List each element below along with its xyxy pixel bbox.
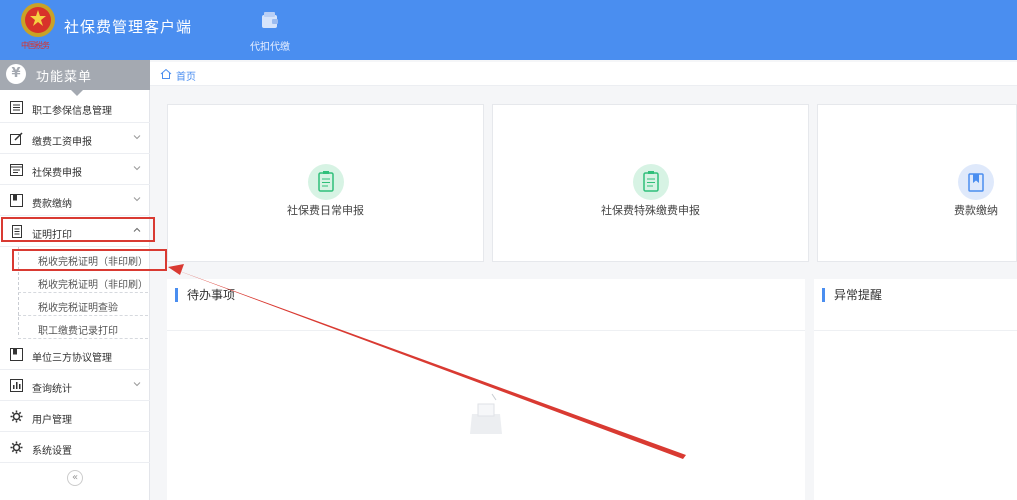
clipboard-icon [633,164,669,200]
breadcrumb: 首页 [150,62,1017,86]
submenu-item-label: 职工缴费记录打印 [38,326,118,337]
app-header: 中国税务 社保费管理客户端 代扣代缴 [0,0,1017,60]
card-daily-declaration[interactable]: 社保费日常申报 [167,104,484,262]
calendar-icon [10,164,23,176]
book-icon [958,164,994,200]
submenu-item-staff-payment-record[interactable]: 职工缴费记录打印 [18,317,148,339]
sidebar-item-label: 缴费工资申报 [32,137,92,148]
highlight-tax-certificate [12,249,167,271]
submenu-item-label: 税收完税证明（非印刷） [38,280,148,291]
sidebar-item-wage-declaration[interactable]: 缴费工资申报 [0,124,150,154]
sidebar-item-label: 费款缴纳 [32,199,72,210]
sidebar-item-label: 社保费申报 [32,168,82,179]
sidebar-title: 功能菜单 [36,70,93,85]
chevron-down-icon [133,166,141,171]
todo-panel-title: 待办事项 [175,288,235,302]
yen-icon: ¥ [6,64,26,84]
sidebar-item-tripartite-agreement[interactable]: 单位三方协议管理 [0,340,150,370]
chart-icon [10,379,23,392]
chevron-down-icon [133,382,141,387]
sidebar-item-label: 系统设置 [32,446,72,457]
edit-icon [10,132,23,145]
alert-panel: 异常提醒 [814,279,1017,500]
wallet-icon [262,12,278,28]
chevron-down-icon [133,135,141,140]
home-icon[interactable] [160,68,172,80]
sidebar-item-label: 用户管理 [32,415,72,426]
submenu-item-certificate-verify[interactable]: 税收完税证明查验 [18,294,148,316]
sidebar-collapse-button[interactable]: « [67,470,83,486]
sidebar-item-label: 单位三方协议管理 [32,353,112,364]
panel-divider [814,330,1017,331]
clipboard-icon [308,164,344,200]
book-icon [10,194,23,207]
list-icon [10,101,23,114]
app-title: 社保费管理客户端 [64,18,193,36]
card-label: 社保费日常申报 [287,204,364,217]
empty-inbox-icon [470,393,502,434]
submenu-item-label: 税收完税证明查验 [38,303,118,314]
highlight-certificate-print [1,217,155,242]
sidebar-item-system-settings[interactable]: 系统设置 [0,433,150,463]
gear-icon [10,410,23,423]
sidebar-item-user-management[interactable]: 用户管理 [0,402,150,432]
sidebar-item-social-fee-declaration[interactable]: 社保费申报 [0,155,150,185]
nav-withholding-button[interactable]: 代扣代缴 [242,8,298,56]
card-special-declaration[interactable]: 社保费特殊缴费申报 [492,104,809,262]
gear-icon [10,441,23,454]
card-label: 社保费特殊缴费申报 [601,204,700,217]
breadcrumb-home-link[interactable]: 首页 [176,68,196,83]
sidebar-item-fee-payment[interactable]: 费款缴纳 [0,186,150,216]
sidebar: ¥ 功能菜单 职工参保信息管理 缴费工资申报 社保费申报 费款缴纳 证明打印 税… [0,60,150,500]
sidebar-header: ¥ 功能菜单 [0,60,150,96]
submenu-item-tax-certificate-2[interactable]: 税收完税证明（非印刷） [18,271,148,293]
card-label: 费款缴纳 [954,204,998,217]
card-fee-payment[interactable]: 费款缴纳 [817,104,1017,262]
alert-panel-title: 异常提醒 [822,288,882,302]
logo-caption: 中国税务 [21,41,50,50]
sidebar-item-query-statistics[interactable]: 查询统计 [0,371,150,401]
sidebar-item-label: 职工参保信息管理 [32,106,112,117]
panel-divider [167,330,805,331]
tax-emblem-logo [21,3,55,37]
book-icon [10,348,23,361]
chevron-down-icon [133,197,141,202]
nav-label: 代扣代缴 [250,42,290,53]
sidebar-item-label: 查询统计 [32,384,72,395]
sidebar-item-staff-insurance[interactable]: 职工参保信息管理 [0,93,150,123]
